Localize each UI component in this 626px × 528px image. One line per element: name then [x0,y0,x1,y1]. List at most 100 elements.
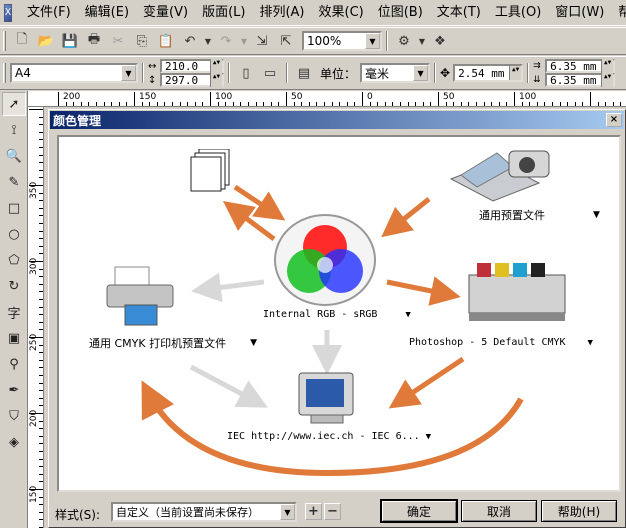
spin-arrows-icon[interactable]: ▲▼ [509,66,522,80]
remove-style-icon[interactable]: − [324,503,341,520]
ruler-tick [39,329,43,331]
spin-arrows-icon[interactable]: ▲▼ [210,59,222,73]
duplicate-x-value: 6.35 mm [550,59,597,73]
ok-button[interactable]: 确定 [380,499,458,523]
import-icon[interactable]: ⇲ [251,30,273,52]
duplicate-x-input[interactable]: 6.35 mm ▲▼ [545,59,616,73]
paste-icon[interactable]: 📋 [155,30,177,52]
export-icon[interactable]: ⇱ [275,30,297,52]
ruler-tick [39,223,43,224]
copy-icon[interactable]: ⎘ [131,30,153,52]
redo-dropdown-icon[interactable]: ▼ [239,30,249,52]
new-document-icon[interactable]: 🗋 [11,30,33,52]
display-profile-selector[interactable]: IEC http://www.iec.ch - IEC 6... ▼ [227,431,431,442]
page-layout-icon[interactable]: ▤ [293,62,315,84]
corel-online-icon[interactable]: ❖ [429,30,451,52]
chevron-down-icon[interactable]: ▼ [588,338,593,348]
paper-type-combo[interactable]: A4 ▼ [10,63,138,83]
chevron-down-icon[interactable]: ▼ [413,65,429,81]
menu-item[interactable]: 效果(C) [312,0,371,26]
pick-tool-icon[interactable]: ➚ [2,92,26,116]
nudge-input[interactable]: 2.54 mm ▲▼ [453,64,524,82]
ruler-tick [559,102,561,106]
scanner-profile-selector[interactable]: 通用预置文件 ▼ [479,207,600,223]
ellipse-tool-icon[interactable]: ○ [2,222,26,246]
ruler-tick [39,177,43,179]
polygon-tool-icon[interactable]: ⬠ [2,248,26,272]
cancel-button[interactable]: 取消 [461,500,537,522]
cut-icon[interactable]: ✂ [107,30,129,52]
chevron-down-icon[interactable]: ▼ [250,338,257,348]
menu-item[interactable]: 帮助 [611,0,626,26]
zoom-tool-icon[interactable]: 🔍 [2,144,26,168]
zoom-combo[interactable]: 100% ▼ [302,31,382,51]
application-launcher-icon[interactable]: ⚙ [393,30,415,52]
landscape-icon[interactable]: ▭ [259,62,281,84]
paper-width-input[interactable]: 210.0 ▲▼ [160,59,224,73]
chevron-down-icon[interactable]: ▼ [280,504,295,520]
menu-item[interactable]: 版面(L) [195,0,252,26]
menu-item[interactable]: 文件(F) [20,0,78,26]
style-combo[interactable]: 自定义（当前设置尚未保存） ▼ [111,502,297,522]
spin-arrows-icon[interactable]: ▲▼ [601,73,614,87]
spin-arrows-icon[interactable]: ▲▼ [210,73,222,87]
ruler-tick [39,397,43,399]
interactive-fill-tool-icon[interactable]: ◈ [2,430,26,454]
printer-profile-selector[interactable]: 通用 CMYK 打印机预置文件 ▼ [89,335,257,351]
chevron-down-icon[interactable]: ▼ [121,65,136,81]
ruler-tick [39,169,43,171]
ruler-tick [377,102,379,106]
ruler-tick [39,390,43,392]
rectangle-tool-icon[interactable]: □ [2,196,26,220]
eyedropper-tool-icon[interactable]: ⚲ [2,352,26,376]
menu-item[interactable]: 工具(O) [488,0,548,26]
printing-press-icon [468,263,566,321]
chevron-down-icon[interactable]: ▼ [365,33,380,49]
portrait-icon[interactable]: ▯ [235,62,257,84]
paper-height-input[interactable]: 297.0 ▲▼ [160,73,224,87]
menu-item[interactable]: 窗口(W) [548,0,611,26]
add-style-icon[interactable]: + [305,503,322,520]
open-icon[interactable]: 📂 [35,30,57,52]
spiral-tool-icon[interactable]: ↻ [2,274,26,298]
print-icon[interactable]: 🖶 [83,30,105,52]
shape-tool-icon[interactable]: ⟟ [2,118,26,142]
arrow-rgb-to-printer [191,272,265,303]
fill-tool-icon[interactable]: ⛉ [2,404,26,428]
freehand-tool-icon[interactable]: ✎ [2,170,26,194]
toolbar-grip[interactable] [3,31,6,51]
menu-item[interactable]: 排列(A) [252,0,311,26]
close-icon[interactable]: × [606,113,622,127]
dialog-titlebar[interactable]: 颜色管理 × [50,111,624,129]
save-icon[interactable]: 💾 [59,30,81,52]
duplicate-y-input[interactable]: 6.35 mm ▲▼ [545,73,616,87]
help-button[interactable]: 帮助(H) [541,500,617,522]
undo-dropdown-icon[interactable]: ▼ [203,30,213,52]
ruler-tick [39,511,43,513]
outline-tool-icon[interactable]: ✒ [2,378,26,402]
toolbar-grip[interactable] [3,63,6,83]
interactive-tool-icon[interactable]: ▣ [2,326,26,350]
ruler-tick [134,92,135,106]
chevron-down-icon[interactable]: ▼ [426,432,431,442]
undo-icon[interactable]: ↶ [179,30,201,52]
menu-item[interactable]: 文本(T) [430,0,488,26]
ruler-tick [536,102,538,106]
launcher-dropdown-icon[interactable]: ▼ [417,30,427,52]
chevron-down-icon[interactable]: ▼ [593,210,600,220]
text-tool-icon[interactable]: 字 [2,300,26,324]
units-combo[interactable]: 毫米 ▼ [360,63,431,83]
ruler-tick [96,102,97,106]
redo-icon[interactable]: ↷ [215,30,237,52]
chevron-down-icon[interactable]: ▼ [405,310,410,320]
document-stack-icon [190,149,230,192]
spin-arrows-icon[interactable]: ▲▼ [601,59,614,73]
ruler-tick [39,473,43,475]
menu-item[interactable]: 变量(V) [136,0,195,26]
press-profile-selector[interactable]: Photoshop - 5 Default CMYK ▼ [409,337,593,348]
monitor-rgb-selector[interactable]: Internal RGB - sRGB ▼ [263,309,411,320]
menu-item[interactable]: 位图(B) [371,0,430,26]
ruler-tick [118,102,120,106]
ruler-tick [346,102,348,106]
menu-item[interactable]: 编辑(E) [78,0,136,26]
